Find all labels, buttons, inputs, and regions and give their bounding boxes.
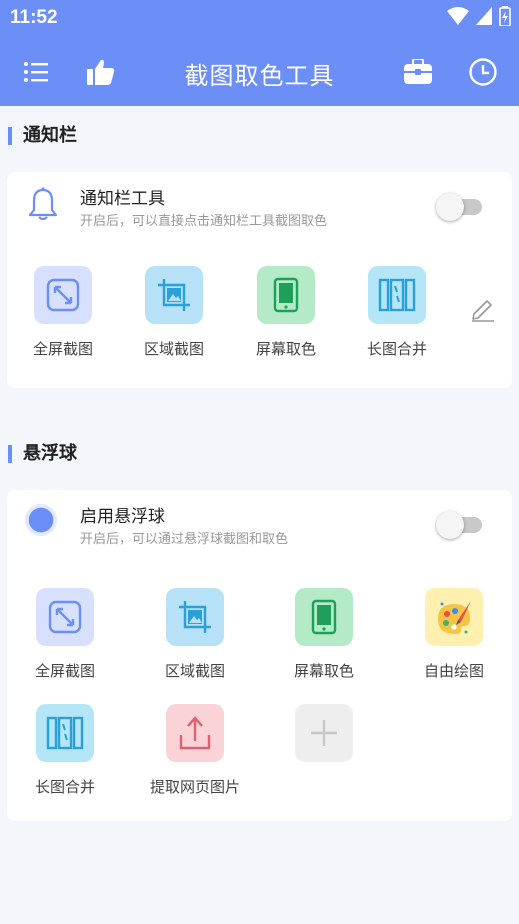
notification-tool-title: 通知栏工具 bbox=[80, 189, 165, 209]
app-bar: 截图取色工具 bbox=[0, 40, 519, 106]
float-tool-color-picker-label: 屏幕取色 bbox=[293, 662, 354, 680]
status-time: 11:52 bbox=[10, 7, 58, 28]
float-tool-fullscreen-label: 全屏截图 bbox=[34, 662, 95, 680]
notif-tool-long-merge-label: 长图合并 bbox=[366, 340, 427, 358]
notif-tool-region[interactable]: 区域截图 bbox=[119, 266, 229, 359]
floating-ball-row[interactable]: 启用悬浮球 开启后，可以通过悬浮球截图和取色 bbox=[7, 494, 512, 554]
floating-ball-subtitle: 开启后，可以通过悬浮球截图和取色 bbox=[80, 532, 289, 547]
battery-icon bbox=[499, 6, 511, 26]
notif-tool-color-picker[interactable]: 屏幕取色 bbox=[231, 266, 341, 359]
floating-ball-icon bbox=[23, 500, 59, 540]
notification-card: 通知栏工具 开启后，可以直接点击通知栏工具截图取色 全屏截图 区域截图 屏幕取色… bbox=[7, 172, 512, 388]
fullscreen-screenshot-icon bbox=[34, 266, 92, 324]
float-tool-extract-web-images[interactable]: 提取网页图片 bbox=[140, 704, 250, 797]
float-tool-extract-web-images-label: 提取网页图片 bbox=[149, 778, 240, 796]
history-clock-icon[interactable] bbox=[466, 55, 500, 89]
floating-card: 启用悬浮球 开启后，可以通过悬浮球截图和取色 全屏截图 区域截图 屏幕取色 自由… bbox=[7, 490, 512, 821]
fullscreen-screenshot-icon bbox=[36, 588, 94, 646]
floating-toggle-knob bbox=[436, 511, 464, 539]
wifi-icon bbox=[447, 7, 469, 25]
long-image-merge-icon bbox=[368, 266, 426, 324]
float-tool-color-picker[interactable]: 屏幕取色 bbox=[269, 588, 379, 681]
long-image-merge-icon bbox=[36, 704, 94, 762]
float-tool-region-label: 区域截图 bbox=[164, 662, 225, 680]
float-tool-long-merge[interactable]: 长图合并 bbox=[10, 704, 120, 797]
section-title-notification: 通知栏 bbox=[8, 127, 77, 145]
notif-tool-color-picker-label: 屏幕取色 bbox=[255, 340, 316, 358]
notification-tool-subtitle: 开启后，可以直接点击通知栏工具截图取色 bbox=[80, 214, 328, 229]
region-screenshot-icon bbox=[145, 266, 203, 324]
float-tool-fullscreen[interactable]: 全屏截图 bbox=[10, 588, 120, 681]
notification-toggle[interactable] bbox=[436, 192, 482, 221]
floating-ball-toggle[interactable] bbox=[436, 510, 482, 539]
notif-tool-fullscreen-label: 全屏截图 bbox=[32, 340, 93, 358]
phone-color-picker-icon bbox=[257, 266, 315, 324]
float-tool-long-merge-label: 长图合并 bbox=[34, 778, 95, 796]
page-title: 截图取色工具 bbox=[184, 62, 335, 90]
notif-tool-region-label: 区域截图 bbox=[143, 340, 204, 358]
notification-toggle-knob bbox=[436, 193, 464, 221]
bell-icon bbox=[25, 184, 61, 224]
notif-tool-long-merge[interactable]: 长图合并 bbox=[342, 266, 452, 359]
upload-extract-icon bbox=[166, 704, 224, 762]
notif-tool-fullscreen[interactable]: 全屏截图 bbox=[8, 266, 118, 359]
float-tool-free-draw[interactable]: 自由绘图 bbox=[399, 588, 509, 681]
section-title-floating: 悬浮球 bbox=[8, 445, 77, 463]
paint-palette-icon bbox=[425, 588, 483, 646]
toolbox-icon[interactable] bbox=[401, 55, 435, 89]
status-icons bbox=[447, 6, 511, 26]
phone-color-picker-icon bbox=[295, 588, 353, 646]
top-bar: 11:52 截图取色工具 bbox=[0, 0, 519, 106]
float-tool-region[interactable]: 区域截图 bbox=[140, 588, 250, 681]
add-plus-icon bbox=[295, 704, 353, 762]
floating-ball-title: 启用悬浮球 bbox=[80, 507, 165, 527]
region-screenshot-icon bbox=[166, 588, 224, 646]
notification-tool-row[interactable]: 通知栏工具 开启后，可以直接点击通知栏工具截图取色 bbox=[7, 176, 512, 236]
float-tool-add[interactable] bbox=[269, 704, 379, 762]
edit-pencil-icon[interactable] bbox=[470, 296, 496, 322]
float-tool-free-draw-label: 自由绘图 bbox=[423, 662, 484, 680]
signal-icon bbox=[476, 7, 492, 25]
